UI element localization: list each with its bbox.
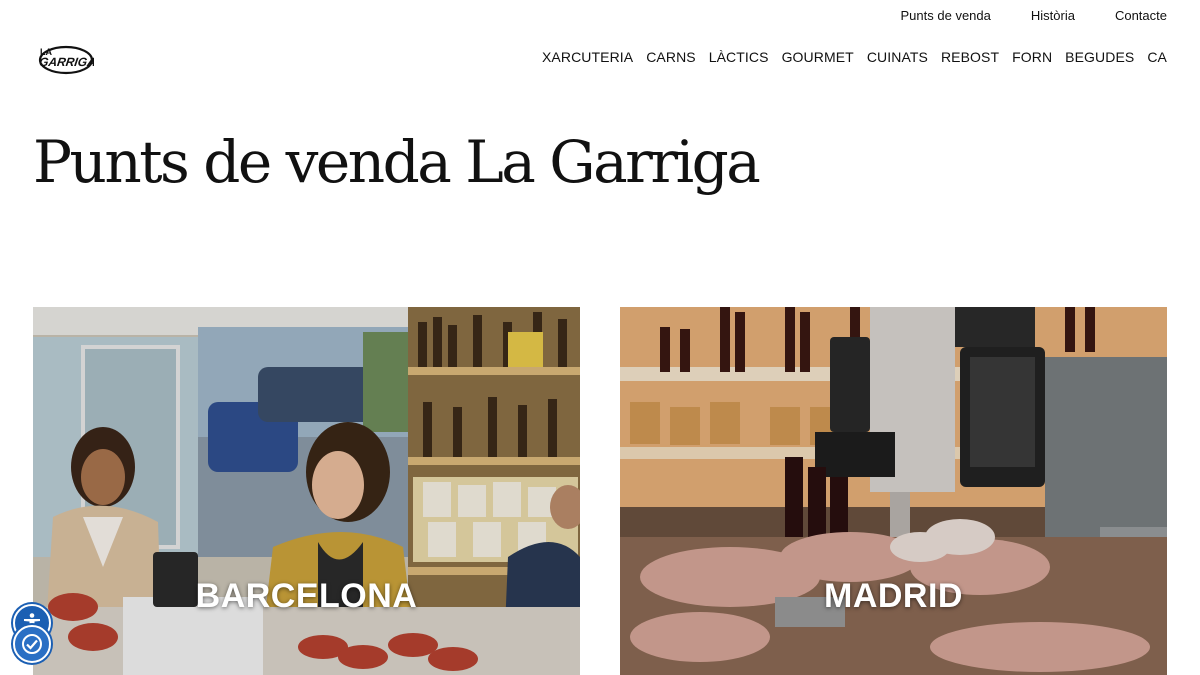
madrid-store-photo (620, 307, 1167, 675)
nav-cuinats[interactable]: CUINATS (867, 49, 928, 65)
nav-language-ca[interactable]: CA (1147, 49, 1167, 65)
nav-carns[interactable]: CARNS (646, 49, 696, 65)
logo[interactable]: LA GARRIGA (36, 42, 97, 76)
nav-gourmet[interactable]: GOURMET (782, 49, 854, 65)
store-card-madrid[interactable]: MADRID (620, 307, 1167, 675)
accessibility-check-button[interactable] (13, 625, 51, 663)
nav-xarcuteria[interactable]: XARCUTERIA (542, 49, 633, 65)
top-links: Punts de venda Història Contacte (901, 8, 1167, 23)
top-link-contacte[interactable]: Contacte (1115, 8, 1167, 23)
store-card-barcelona[interactable]: BARCELONA (33, 307, 580, 675)
nav-begudes[interactable]: BEGUDES (1065, 49, 1134, 65)
top-link-historia[interactable]: Història (1031, 8, 1075, 23)
top-link-punts-de-venda[interactable]: Punts de venda (901, 8, 991, 23)
nav-forn[interactable]: FORN (1012, 49, 1052, 65)
barcelona-store-photo (33, 307, 580, 675)
accessibility-check-icon (22, 634, 42, 654)
store-card-label-barcelona: BARCELONA (195, 577, 418, 615)
nav-rebost[interactable]: REBOST (941, 49, 999, 65)
page-title: Punts de venda La Garriga (33, 128, 761, 196)
la-garriga-logo: LA GARRIGA (38, 45, 97, 75)
nav-lactics[interactable]: LÀCTICS (709, 49, 769, 65)
main-nav: XARCUTERIA CARNS LÀCTICS GOURMET CUINATS… (542, 49, 1167, 65)
svg-text:GARRIGA: GARRIGA (38, 55, 94, 69)
store-card-label-madrid: MADRID (824, 577, 963, 615)
